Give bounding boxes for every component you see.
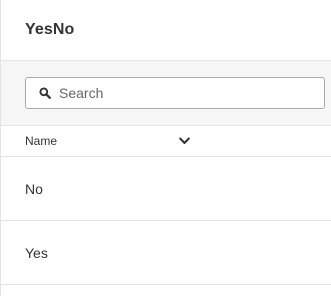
yesno-panel: YesNo Name No Yes (0, 0, 331, 296)
search-bar (1, 61, 331, 126)
table-row[interactable]: Yes (1, 221, 331, 285)
table-row[interactable]: No (1, 157, 331, 221)
column-name-label[interactable]: Name (25, 134, 57, 148)
row-label: Yes (25, 244, 48, 261)
search-input[interactable] (59, 85, 299, 101)
chevron-down-icon[interactable] (177, 134, 191, 148)
search-field[interactable] (25, 77, 325, 109)
row-label: No (25, 180, 43, 197)
panel-header: YesNo (1, 0, 331, 61)
page-title: YesNo (25, 21, 75, 38)
search-icon (38, 86, 52, 100)
table-column-header: Name (1, 126, 331, 157)
